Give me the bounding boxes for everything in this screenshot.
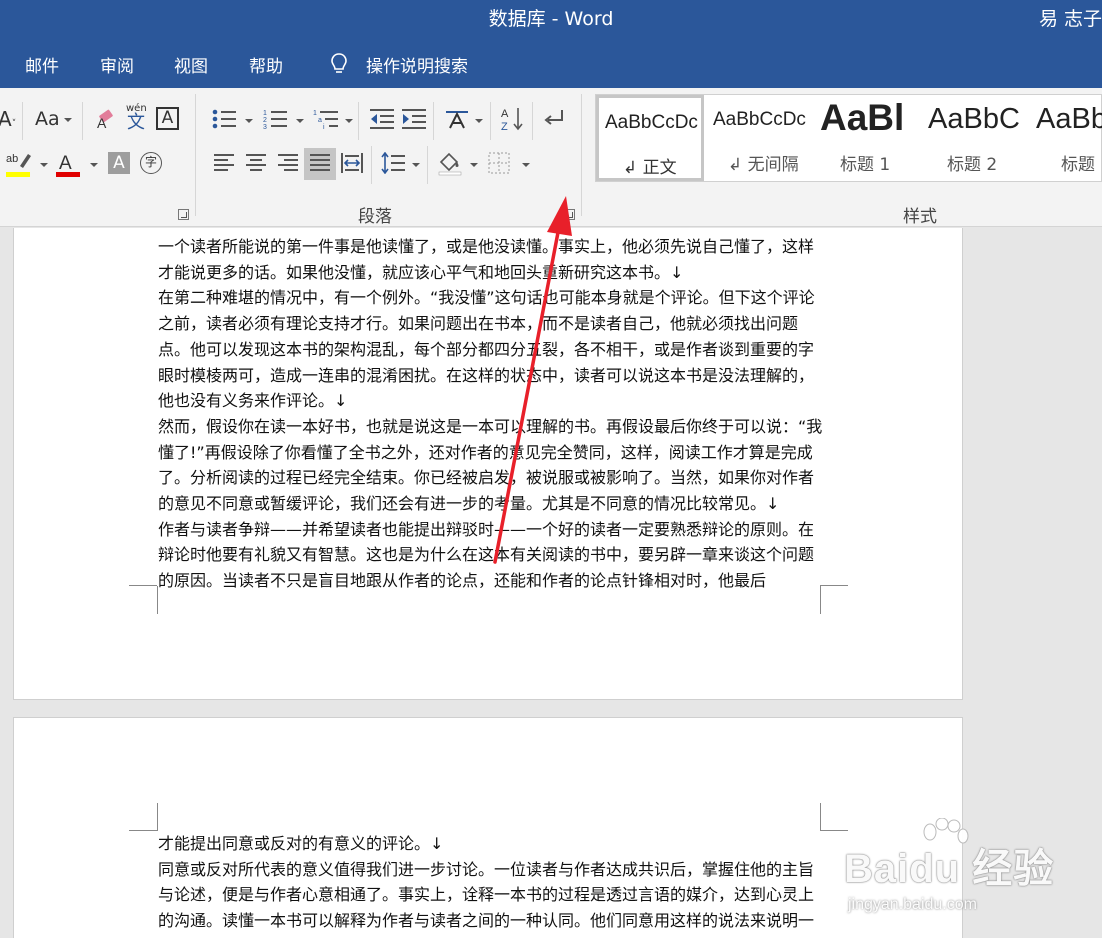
multilevel-list-icon[interactable]: 1 a i <box>313 108 341 130</box>
show-paragraph-marks-icon[interactable] <box>542 108 566 130</box>
chevron-down-icon[interactable] <box>296 119 304 123</box>
ribbon-tab-bar: 邮件 审阅 视图 帮助 操作说明搜索 <box>0 42 1102 88</box>
styles-group-label: 样式 <box>903 207 937 227</box>
font-color-icon[interactable]: A <box>56 150 82 178</box>
borders-icon[interactable] <box>488 152 510 174</box>
crop-mark <box>820 803 821 831</box>
chevron-down-icon[interactable] <box>470 163 478 167</box>
ribbon-home: A˅ Aa A wén 文 A ab A A 字 1 2 3 1 a i A Z… <box>0 88 1102 227</box>
paragraph[interactable]: 一个读者所能说的第一件事是他读懂了，或是他没读懂。事实上，他必须先说自己懂了，这… <box>158 234 828 285</box>
text-fragment <box>158 227 170 231</box>
chevron-down-icon[interactable] <box>475 119 483 123</box>
svg-text:1: 1 <box>263 110 267 117</box>
shading-icon[interactable] <box>437 150 463 176</box>
paragraph-group-label: 段落 <box>358 207 392 227</box>
style-sample: AaBb <box>1036 103 1102 135</box>
svg-text:A: A <box>97 115 107 130</box>
style-sample: AaBl <box>820 97 905 138</box>
enclose-characters-icon[interactable]: 字 <box>140 152 162 174</box>
align-right-icon[interactable] <box>278 154 298 172</box>
decrease-indent-icon[interactable] <box>370 108 394 130</box>
crop-mark <box>129 585 157 586</box>
baidu-watermark: Baidu 经验 jingyan.baidu.com <box>840 818 1102 938</box>
style-sample: AaBbCcDc <box>713 109 806 130</box>
style-name: ↲ 正文 <box>623 158 677 178</box>
tab-mailings[interactable]: 邮件 <box>25 52 59 77</box>
distributed-icon[interactable] <box>340 152 364 174</box>
watermark-brand: Baidu 经验 <box>844 847 1055 891</box>
text-highlight-icon[interactable]: ab <box>6 150 34 178</box>
window-title: 数据库 - Word <box>488 8 614 30</box>
crop-mark <box>820 586 821 614</box>
crop-mark <box>129 830 157 831</box>
sort-icon[interactable]: A Z <box>501 106 525 132</box>
paragraph-dialog-launcher[interactable] <box>564 209 575 220</box>
justify-button[interactable] <box>304 148 336 180</box>
style-name: 标题 1 <box>840 155 891 175</box>
clear-formatting-icon[interactable]: A <box>94 108 118 130</box>
style-name: 标题 <box>1061 155 1095 175</box>
title-bar: 数据库 - Word 易 志子 <box>0 0 1102 42</box>
svg-text:A: A <box>501 108 509 120</box>
chevron-down-icon[interactable] <box>345 119 353 123</box>
tab-view[interactable]: 视图 <box>174 52 208 77</box>
paragraph[interactable]: 才能提出同意或反对的有意义的评论。↓ <box>158 831 828 857</box>
watermark-url: jingyan.baidu.com <box>848 896 977 913</box>
style-heading-2[interactable]: AaBbC 标题 2 <box>918 95 1020 181</box>
svg-text:2: 2 <box>263 117 267 124</box>
chevron-down-icon[interactable] <box>64 118 72 122</box>
tab-review[interactable]: 审阅 <box>100 52 134 77</box>
crop-mark <box>820 585 848 586</box>
increase-indent-icon[interactable] <box>402 108 426 130</box>
line-spacing-icon[interactable] <box>381 152 407 174</box>
align-left-icon[interactable] <box>214 154 234 172</box>
style-sample: AaBbCcDc <box>605 112 698 133</box>
styles-gallery: AaBbCcDc ↲ 正文 AaBbCcDc ↲ 无间隔 AaBl 标题 1 A… <box>595 94 1102 182</box>
paragraph[interactable]: 作者与读者争辩——并希望读者也能提出辩驳时——一个好的读者一定要熟悉辩论的原则。… <box>158 517 828 594</box>
font-dialog-launcher[interactable] <box>178 209 189 220</box>
chevron-down-icon[interactable] <box>90 163 98 167</box>
tab-help[interactable]: 帮助 <box>249 52 283 77</box>
character-border-icon[interactable]: A <box>156 107 179 130</box>
style-normal[interactable]: AaBbCcDc ↲ 正文 <box>596 95 704 181</box>
svg-text:a: a <box>318 117 322 124</box>
svg-text:Z: Z <box>501 121 508 132</box>
chevron-down-icon[interactable] <box>412 163 420 167</box>
numbering-icon[interactable]: 1 2 3 <box>263 108 289 130</box>
style-title[interactable]: AaBb 标题 <box>1026 95 1102 181</box>
svg-text:1: 1 <box>313 110 317 117</box>
crop-mark <box>157 586 158 614</box>
change-case-button[interactable]: Aa <box>35 108 60 130</box>
style-heading-1[interactable]: AaBl 标题 1 <box>810 95 913 181</box>
chevron-down-icon[interactable] <box>40 163 48 167</box>
paragraph[interactable]: 然而，假设你在读一本好书，也就是说这是一本可以理解的书。再假设最后你终于可以说：… <box>158 414 828 517</box>
user-name[interactable]: 易 志子 <box>1039 4 1102 31</box>
tell-me-search[interactable]: 操作说明搜索 <box>366 52 468 77</box>
character-shading-icon[interactable]: A <box>108 152 130 174</box>
style-name: 标题 2 <box>947 155 998 175</box>
page2-body[interactable]: 才能提出同意或反对的有意义的评论。↓ 同意或反对所代表的意义值得我们进一步讨论。… <box>158 831 828 938</box>
style-no-spacing[interactable]: AaBbCcDc ↲ 无间隔 <box>706 95 808 181</box>
bullets-icon[interactable] <box>212 108 238 130</box>
chevron-down-icon[interactable] <box>522 163 530 167</box>
svg-text:ab: ab <box>6 153 18 165</box>
chevron-down-icon[interactable] <box>245 119 253 123</box>
font-size-shrink-icon[interactable]: A˅ <box>0 108 16 135</box>
style-name: ↲ 无间隔 <box>728 155 799 175</box>
svg-text:3: 3 <box>263 124 267 130</box>
align-center-icon[interactable] <box>246 154 266 172</box>
svg-text:A: A <box>59 153 72 174</box>
paragraph[interactable]: 同意或反对所代表的意义值得我们进一步讨论。一位读者与作者达成共识后，掌握住他的主… <box>158 857 828 938</box>
svg-text:i: i <box>323 124 325 130</box>
crop-mark <box>157 803 158 831</box>
justify-icon <box>310 154 330 172</box>
phonetic-guide-icon[interactable]: 文 <box>127 112 145 134</box>
page1-body[interactable]: 一个读者所能说的第一件事是他读懂了，或是他没读懂。事实上，他必须先说自己懂了，这… <box>158 234 828 594</box>
style-sample: AaBbC <box>928 103 1020 135</box>
chinese-layout-icon[interactable] <box>444 108 470 130</box>
paragraph[interactable]: 在第二种难堪的情况中，有一个例外。“我没懂”这句话也可能本身就是个评论。但下这个… <box>158 285 828 414</box>
lightbulb-icon[interactable] <box>330 52 348 76</box>
